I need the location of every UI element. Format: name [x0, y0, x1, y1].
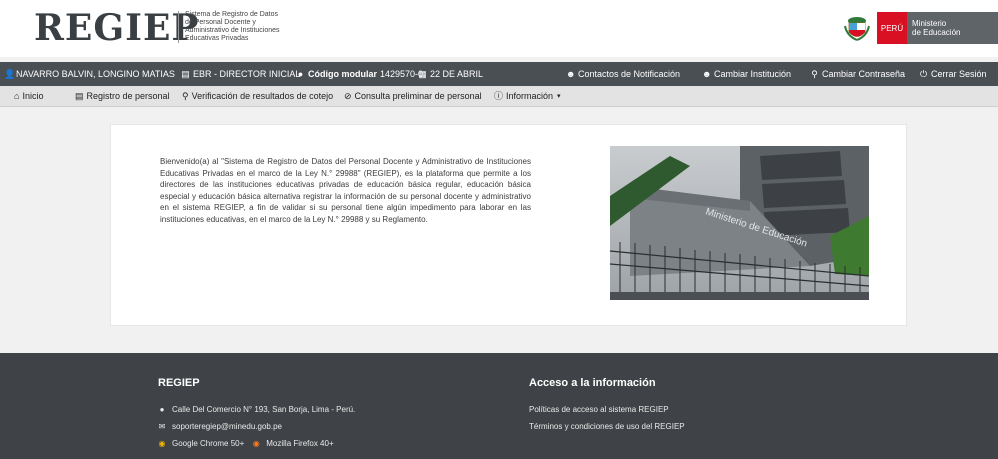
coat-of-arms-icon: [844, 17, 870, 41]
chrome-icon: ◉: [158, 439, 166, 448]
ministry-brand: PERÚ Ministerio de Educación: [843, 12, 998, 44]
ban-icon: ⊘: [344, 91, 352, 101]
users-icon: ☻: [566, 68, 576, 79]
nav-verify-results[interactable]: ⚲ Verificación de resultados de cotejo: [182, 86, 333, 107]
nav-home[interactable]: ⌂ Inicio: [14, 86, 43, 107]
welcome-card: Bienvenido(a) al "Sistema de Registro de…: [110, 124, 907, 326]
map-marker-icon: ●: [297, 68, 304, 79]
contacts-link[interactable]: ☻ Contactos de Notificación: [566, 62, 680, 86]
map-marker-icon: ●: [159, 405, 165, 414]
home-icon: ⌂: [14, 91, 20, 101]
current-date: ▦ 22 DE ABRIL: [418, 68, 484, 79]
footer-brand: REGIEP: [158, 377, 200, 389]
id-card-icon: ▤: [181, 68, 190, 79]
footer: REGIEP ● Calle Del Comercio N° 193, San …: [0, 353, 998, 459]
logo-description: Sistema de Registro de Datos de Personal…: [178, 11, 308, 43]
building-image: Ministerio de Educación: [610, 146, 869, 300]
firefox-icon: ◉: [252, 439, 260, 448]
search-icon: ⚲: [182, 91, 189, 101]
footer-email[interactable]: ✉ soporteregiep@minedu.gob.pe: [158, 422, 282, 431]
ministry-building-photo: Ministerio de Educación: [610, 146, 869, 300]
peru-badge: PERÚ: [877, 12, 907, 44]
id-card-icon: ▤: [75, 91, 84, 101]
footer-address: ● Calle Del Comercio N° 193, San Borja, …: [159, 405, 356, 414]
access-policy-link[interactable]: Políticas de acceso al sistema REGIEP: [529, 405, 669, 414]
calendar-icon: ▦: [418, 68, 427, 79]
info-icon: ⓘ: [494, 91, 504, 101]
ministry-label: Ministerio de Educación: [907, 12, 998, 44]
swap-users-icon: ☻: [702, 68, 712, 79]
modular-code: ● Código modular 1429570-0: [297, 68, 424, 79]
user-name: 👤 NAVARRO BALVIN, LONGINO MATIAS: [4, 68, 175, 79]
nav-information-dropdown[interactable]: ⓘ Información ▾: [494, 86, 561, 107]
terms-link[interactable]: Términos y condiciones de uso del REGIEP: [529, 422, 685, 431]
user-icon: 👤: [4, 68, 16, 79]
change-institution-link[interactable]: ☻ Cambiar Institución: [702, 62, 791, 86]
change-password-link[interactable]: ⚲ Cambiar Contraseña: [810, 62, 905, 86]
user-role: ▤ EBR - DIRECTOR INICIAL: [181, 68, 301, 79]
caret-down-icon: ▾: [557, 93, 561, 100]
nav-staff-registry[interactable]: ▤ Registro de personal: [75, 86, 170, 107]
footer-browsers: ◉ Google Chrome 50+ ◉ Mozilla Firefox 40…: [158, 439, 334, 448]
key-icon: ⚲: [811, 68, 818, 79]
header: REGIEP Sistema de Registro de Datos de P…: [0, 0, 998, 57]
nav-preliminary-query[interactable]: ⊘ Consulta preliminar de personal: [344, 86, 482, 107]
welcome-text: Bienvenido(a) al "Sistema de Registro de…: [160, 157, 531, 224]
access-info-title: Acceso a la información: [529, 377, 656, 389]
user-bar: 👤 NAVARRO BALVIN, LONGINO MATIAS ▤ EBR -…: [0, 62, 998, 86]
envelope-icon: ✉: [158, 422, 166, 431]
power-icon: ⏻: [919, 68, 928, 79]
main-nav: ⌂ Inicio ▤ Registro de personal ⚲ Verifi…: [0, 86, 998, 107]
regiep-logo[interactable]: REGIEP: [34, 7, 199, 49]
logout-link[interactable]: ⏻ Cerrar Sesión: [919, 62, 987, 86]
